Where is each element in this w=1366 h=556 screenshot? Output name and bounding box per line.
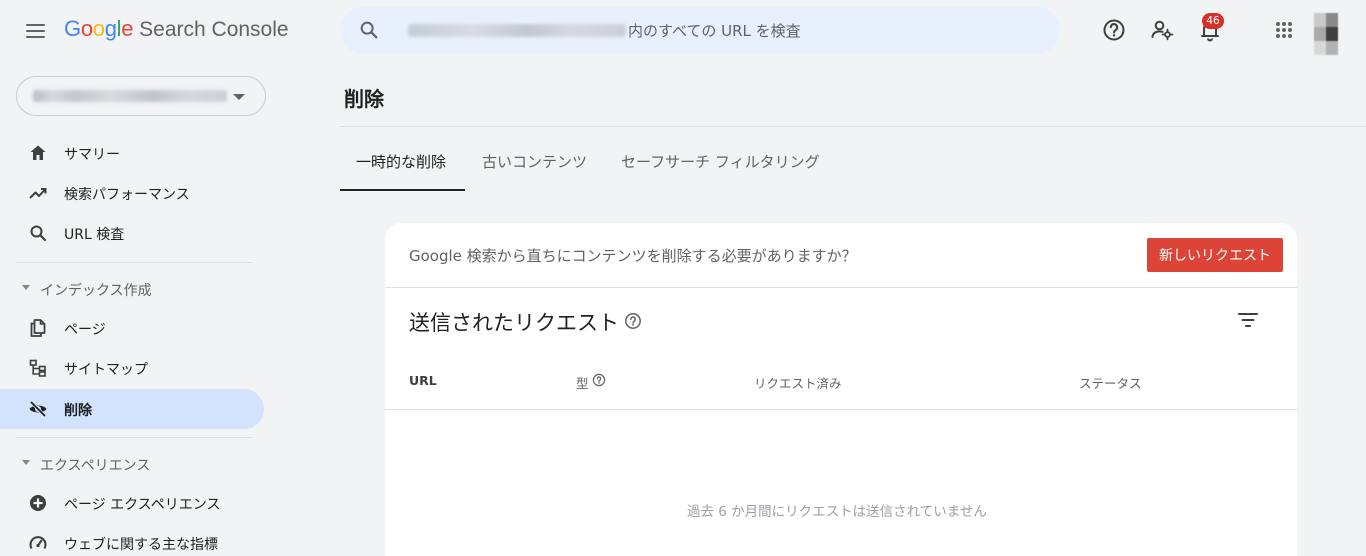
column-header-type[interactable]: 型 [576, 373, 589, 392]
section-title: インデックス作成 [40, 283, 152, 299]
sidebar-item-summary[interactable]: サマリー [0, 133, 264, 173]
sidebar-item-label: URL 検査 [64, 227, 125, 243]
collapse-triangle-icon [22, 285, 30, 290]
product-logo[interactable]: Google Search Console [64, 16, 289, 48]
notification-badge[interactable]: 46 [1202, 13, 1224, 29]
column-header-status[interactable]: ステータス [1079, 373, 1142, 392]
card-divider [385, 287, 1297, 288]
manage-users-icon[interactable] [1148, 16, 1176, 44]
removal-prompt: Google 検索から直ちにコンテンツを削除する必要がありますか？ [409, 247, 857, 265]
sitemap-icon [29, 359, 46, 377]
product-name: Search Console [139, 18, 289, 41]
sidebar-item-label: ページ エクスペリエンス [64, 497, 221, 513]
table-header-divider [385, 409, 1297, 410]
requests-card: Google 検索から直ちにコンテンツを削除する必要がありますか？ 新しいリクエ… [385, 223, 1297, 556]
sidebar-item-label: 検索パフォーマンス [64, 187, 190, 203]
google-wordmark: Google [64, 16, 133, 42]
sidebar-item-label: 削除 [64, 403, 92, 419]
top-bar: Google Search Console 内のすべての URL を検査 46 [0, 0, 1366, 62]
logo-letter: G [64, 16, 81, 41]
sidebar-item-core-web-vitals[interactable]: ウェブに関する主な指標 [0, 523, 264, 556]
section-experience[interactable]: エクスペリエンス [0, 449, 264, 479]
apps-icon[interactable] [1270, 16, 1298, 44]
title-divider [340, 126, 1366, 127]
sidebar-item-page-experience[interactable]: ページ エクスペリエンス [0, 483, 264, 523]
column-header-url[interactable]: URL [409, 373, 437, 388]
logo-letter: o [92, 16, 105, 41]
search-icon[interactable] [358, 19, 380, 41]
home-icon [30, 145, 46, 160]
column-header-requested[interactable]: リクエスト済み [754, 373, 842, 392]
sidebar-item-performance[interactable]: 検索パフォーマンス [0, 173, 264, 213]
logo-letter: g [104, 16, 117, 41]
sidebar-item-label: ページ [64, 322, 106, 338]
search-icon [30, 225, 47, 242]
submitted-requests-title: 送信されたリクエスト [409, 311, 619, 335]
section-index[interactable]: インデックス作成 [0, 274, 264, 304]
eye-off-icon [29, 401, 47, 417]
plus-circle-icon [30, 495, 46, 511]
sidebar-item-pages[interactable]: ページ [0, 308, 264, 348]
logo-letter: e [121, 16, 134, 41]
blurred-property-name [408, 24, 626, 37]
page-title: 削除 [344, 87, 384, 111]
sidebar-item-label: サイトマップ [64, 362, 148, 378]
sidebar-item-removals[interactable]: 削除 [0, 389, 264, 429]
sidebar-divider [16, 262, 252, 263]
pages-icon [30, 319, 46, 337]
menu-icon[interactable] [22, 17, 50, 45]
sidebar-item-sitemaps[interactable]: サイトマップ [0, 348, 264, 388]
filter-icon[interactable] [1235, 307, 1261, 333]
tab-outdated-content[interactable]: 古いコンテンツ [482, 140, 587, 191]
collapse-triangle-icon [22, 460, 30, 465]
property-selector[interactable] [16, 76, 266, 116]
tab-label: 一時的な削除 [356, 153, 447, 171]
sidebar-item-url-inspection[interactable]: URL 検査 [0, 213, 264, 253]
search-input[interactable]: 内のすべての URL を検査 [628, 20, 801, 41]
empty-state-message: 過去 6 か月間にリクエストは送信されていません [687, 504, 987, 520]
section-title: エクスペリエンス [40, 458, 151, 474]
tab-temporary-removals[interactable]: 一時的な削除 [340, 140, 465, 191]
tab-safesearch-filtering[interactable]: セーフサーチ フィルタリング [621, 140, 820, 191]
chevron-down-icon [233, 94, 245, 100]
new-request-button[interactable]: 新しいリクエスト [1147, 238, 1283, 272]
account-avatar[interactable] [1314, 13, 1338, 55]
speed-gauge-icon [29, 536, 47, 550]
help-icon[interactable] [1100, 16, 1128, 44]
help-icon[interactable] [592, 373, 606, 387]
sidebar-divider [16, 437, 252, 438]
tab-label: 古いコンテンツ [482, 153, 588, 171]
tab-label: セーフサーチ フィルタリング [621, 153, 820, 171]
trending-icon [29, 188, 47, 199]
logo-letter: o [80, 16, 93, 41]
app-window: Google Search Console 内のすべての URL を検査 46 … [0, 0, 1366, 556]
url-inspection-search[interactable]: 内のすべての URL を検査 [340, 7, 1060, 54]
help-icon[interactable] [624, 312, 642, 330]
blurred-property-name [33, 90, 227, 102]
sidebar-item-label: ウェブに関する主な指標 [64, 537, 218, 553]
sidebar-item-label: サマリー [64, 147, 120, 163]
